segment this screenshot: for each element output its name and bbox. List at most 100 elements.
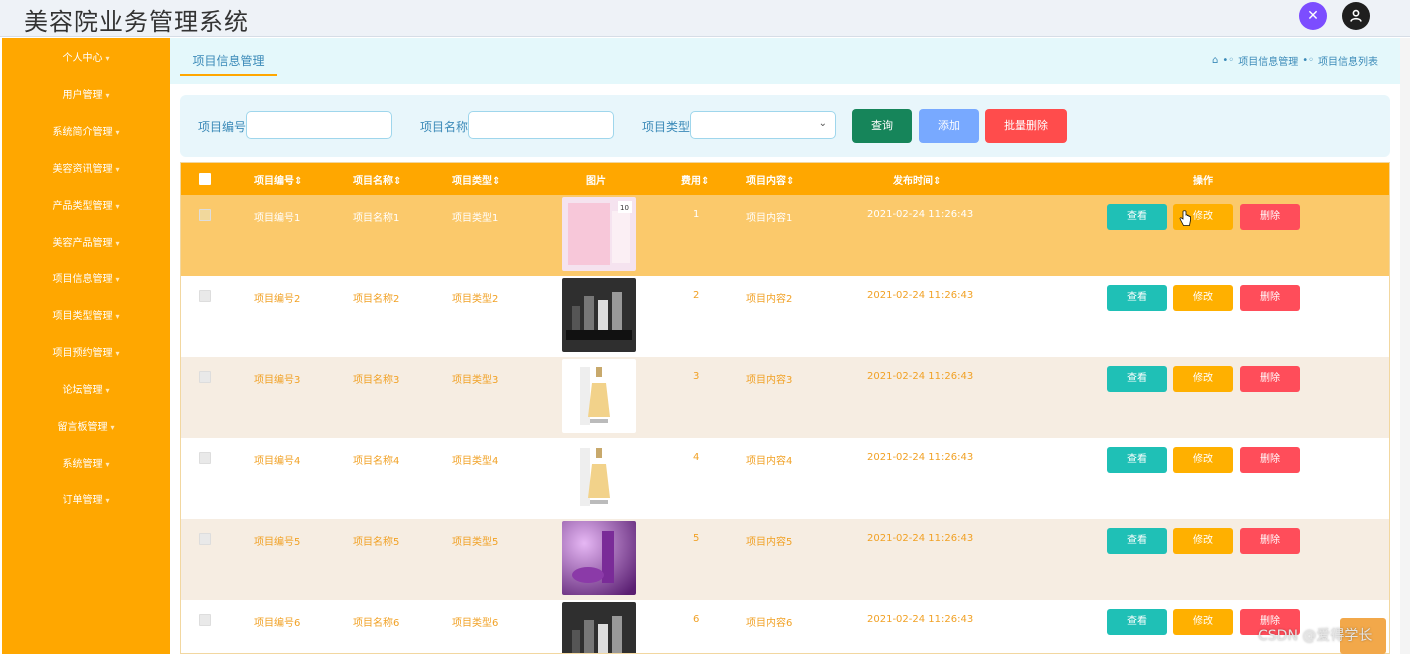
cell-project-name: 项目名称6	[353, 618, 400, 629]
home-icon[interactable]: ⌂	[1212, 55, 1218, 66]
breadcrumb-separator-icon: •◦	[1302, 55, 1314, 66]
cell-project-type: 项目类型3	[452, 375, 499, 386]
project-type-label: 项目类型	[642, 120, 691, 134]
cell-content: 项目内容3	[746, 375, 793, 386]
row-checkbox[interactable]	[199, 614, 211, 626]
view-button[interactable]: 查看	[1107, 609, 1167, 635]
sidebar-item-product-types[interactable]: 产品类型管理 ▾	[2, 197, 170, 212]
project-image	[562, 602, 636, 653]
row-checkbox[interactable]	[199, 452, 211, 464]
row-checkbox[interactable]	[199, 290, 211, 302]
header-fee[interactable]: 费用⇕	[681, 172, 709, 187]
delete-button[interactable]: 删除	[1240, 285, 1300, 311]
sidebar-item-personal-center[interactable]: 个人中心 ▾	[2, 49, 170, 64]
cell-fee: 5	[693, 533, 700, 544]
header-publish-time[interactable]: 发布时间⇕	[893, 172, 941, 187]
row-checkbox[interactable]	[199, 209, 211, 221]
cell-project-name: 项目名称4	[353, 456, 400, 467]
sidebar: 个人中心 ▾ 用户管理 ▾ 系统简介管理 ▾ 美容资讯管理 ▾ 产品类型管理 ▾ 美容产品…	[2, 38, 170, 654]
cell-project-number: 项目编号3	[254, 375, 301, 386]
tab-project-info[interactable]: 项目信息管理	[180, 50, 277, 76]
sidebar-item-project-booking[interactable]: 项目预约管理 ▾	[2, 344, 170, 359]
delete-button[interactable]: 删除	[1240, 528, 1300, 554]
cell-fee: 2	[693, 290, 700, 301]
edit-button[interactable]: 修改	[1173, 609, 1233, 635]
project-name-label: 项目名称	[420, 120, 469, 134]
cell-publish-time: 2021-02-24 11:26:43	[867, 533, 974, 544]
chevron-down-icon: ▾	[105, 386, 110, 395]
table-row[interactable]: 项目编号4 项目名称4 项目类型4 4 项目内容4 2021-02-24 11:…	[181, 438, 1389, 519]
header-content[interactable]: 项目内容⇕	[746, 172, 794, 187]
view-button[interactable]: 查看	[1107, 528, 1167, 554]
cell-project-type: 项目类型2	[452, 294, 499, 305]
cell-publish-time: 2021-02-24 11:26:43	[867, 209, 974, 220]
user-icon[interactable]	[1342, 2, 1370, 30]
edit-button[interactable]: 修改	[1173, 366, 1233, 392]
sidebar-item-beauty-news[interactable]: 美容资讯管理 ▾	[2, 160, 170, 175]
sidebar-item-message-board[interactable]: 留言板管理 ▾	[2, 418, 170, 433]
table-row[interactable]: 项目编号1 项目名称1 项目类型1 10 1 项目内容1 2021-02-24 …	[181, 195, 1389, 276]
chevron-down-icon: ⌄	[818, 118, 827, 129]
cell-project-type: 项目类型1	[452, 213, 499, 224]
sidebar-item-forum[interactable]: 论坛管理 ▾	[2, 381, 170, 396]
view-button[interactable]: 查看	[1107, 285, 1167, 311]
project-type-select[interactable]: ⌄	[690, 111, 836, 139]
sidebar-item-beauty-products[interactable]: 美容产品管理 ▾	[2, 234, 170, 249]
edit-button[interactable]: 修改	[1173, 447, 1233, 473]
delete-button[interactable]: 删除	[1240, 447, 1300, 473]
cell-project-name: 项目名称2	[353, 294, 400, 305]
sidebar-item-system-intro[interactable]: 系统简介管理 ▾	[2, 123, 170, 138]
project-table: 项目编号⇕ 项目名称⇕ 项目类型⇕ 图片 费用⇕ 项目内容⇕ 发布时间⇕ 操作 …	[180, 162, 1390, 654]
chevron-down-icon: ▾	[105, 91, 110, 100]
edit-button[interactable]: 修改	[1173, 285, 1233, 311]
header-project-number[interactable]: 项目编号⇕	[254, 172, 302, 187]
sidebar-item-project-info[interactable]: 项目信息管理 ▾	[2, 270, 170, 285]
project-name-input[interactable]	[468, 111, 614, 139]
project-image	[562, 521, 636, 595]
query-button[interactable]: 查询	[852, 109, 912, 143]
chevron-down-icon: ▾	[110, 423, 115, 432]
chevron-down-icon: ▾	[115, 239, 120, 248]
table-row[interactable]: 项目编号6 项目名称6 项目类型6 6 项目内容6 2021-02-24 11:…	[181, 600, 1389, 653]
chevron-down-icon: ▾	[115, 128, 120, 137]
table-row[interactable]: 项目编号2 项目名称2 项目类型2 2 项目内容2 2021-02-24 11:…	[181, 276, 1389, 357]
view-button[interactable]: 查看	[1107, 204, 1167, 230]
expand-icon[interactable]: ✕	[1299, 2, 1327, 30]
select-all-checkbox[interactable]	[199, 173, 211, 185]
cell-project-number: 项目编号4	[254, 456, 301, 467]
edit-button[interactable]: 修改	[1173, 528, 1233, 554]
sidebar-item-project-types[interactable]: 项目类型管理 ▾	[2, 307, 170, 322]
cell-fee: 4	[693, 452, 700, 463]
app-title: 美容院业务管理系统	[24, 8, 249, 36]
cell-publish-time: 2021-02-24 11:26:43	[867, 452, 974, 463]
tab-bar: 项目信息管理 ⌂ •◦ 项目信息管理 •◦ 项目信息列表	[170, 38, 1400, 84]
row-checkbox[interactable]	[199, 533, 211, 545]
chevron-down-icon: ▾	[115, 275, 120, 284]
cell-content: 项目内容2	[746, 294, 793, 305]
header-project-name[interactable]: 项目名称⇕	[353, 172, 401, 187]
chevron-down-icon: ▾	[105, 460, 110, 469]
header-project-type[interactable]: 项目类型⇕	[452, 172, 500, 187]
table-row[interactable]: 项目编号3 项目名称3 项目类型3 3 项目内容3 2021-02-24 11:…	[181, 357, 1389, 438]
hand-cursor-icon	[1179, 210, 1191, 226]
watermark: CSDN @爱得学长	[1258, 628, 1373, 644]
sidebar-item-users[interactable]: 用户管理 ▾	[2, 86, 170, 101]
add-button[interactable]: 添加	[919, 109, 979, 143]
header-actions: 操作	[1193, 176, 1213, 187]
cell-fee: 1	[693, 209, 700, 220]
sidebar-item-system[interactable]: 系统管理 ▾	[2, 455, 170, 470]
page-scrollbar[interactable]	[1400, 38, 1410, 654]
delete-button[interactable]: 删除	[1240, 366, 1300, 392]
view-button[interactable]: 查看	[1107, 366, 1167, 392]
breadcrumb-level1[interactable]: 项目信息管理	[1238, 53, 1298, 68]
project-number-input[interactable]	[246, 111, 392, 139]
table-row[interactable]: 项目编号5 项目名称5 项目类型5 5 项目内容5 2021-02-24 11:…	[181, 519, 1389, 600]
sidebar-item-orders[interactable]: 订单管理 ▾	[2, 491, 170, 506]
batch-delete-button[interactable]: 批量删除	[985, 109, 1067, 143]
cell-publish-time: 2021-02-24 11:26:43	[867, 371, 974, 382]
table-header: 项目编号⇕ 项目名称⇕ 项目类型⇕ 图片 费用⇕ 项目内容⇕ 发布时间⇕ 操作	[181, 163, 1389, 195]
view-button[interactable]: 查看	[1107, 447, 1167, 473]
row-checkbox[interactable]	[199, 371, 211, 383]
delete-button[interactable]: 删除	[1240, 204, 1300, 230]
cell-content: 项目内容5	[746, 537, 793, 548]
